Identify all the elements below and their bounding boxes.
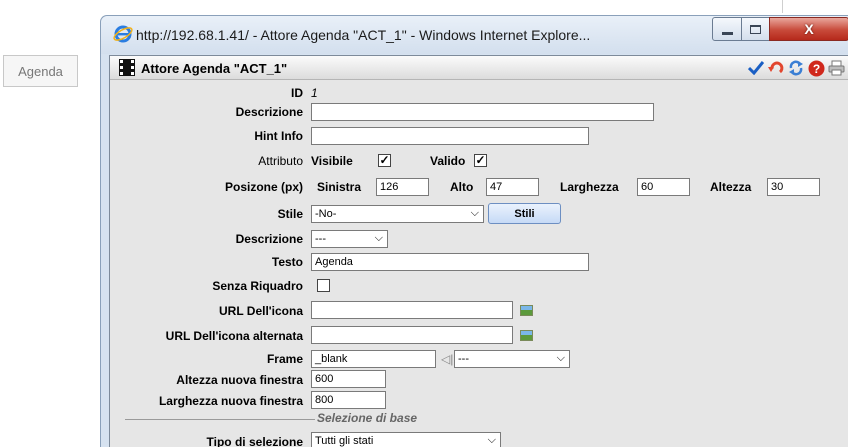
image-picker-icon[interactable] — [520, 305, 533, 316]
minimize-icon — [721, 31, 733, 35]
help-icon[interactable]: ? — [807, 59, 825, 77]
altezza-label: Altezza — [710, 180, 752, 194]
url-icona-alternata-input[interactable] — [311, 326, 513, 344]
svg-text:?: ? — [812, 62, 819, 76]
section-title: Selezione di base — [317, 411, 418, 425]
print-icon[interactable] — [827, 59, 845, 77]
section-divider — [125, 419, 315, 420]
url-icona-label: URL Dell'icona — [219, 304, 303, 318]
maximize-button[interactable] — [741, 17, 770, 41]
sinistra-label: Sinistra — [317, 180, 362, 194]
refresh-icon[interactable] — [787, 59, 805, 77]
undo-icon[interactable] — [767, 59, 785, 77]
visibile-label: Visibile — [311, 154, 353, 168]
window-content: Attore Agenda "ACT_1" ? ID 1 Descrizione… — [109, 55, 848, 447]
stile-label: Stile — [277, 207, 303, 221]
frame-label: Frame — [266, 352, 303, 366]
checkmark-icon[interactable] — [747, 59, 765, 77]
sinistra-input[interactable]: 126 — [376, 178, 429, 196]
altezza-finestra-input[interactable]: 600 — [311, 370, 386, 388]
stile-select-value: -No- — [315, 208, 337, 220]
alto-label: Alto — [450, 180, 474, 194]
altezza-input[interactable]: 30 — [767, 178, 820, 196]
image-picker-icon[interactable] — [520, 330, 533, 341]
valido-checkbox[interactable]: ✓ — [474, 154, 487, 167]
descrizione-select-value: --- — [315, 233, 326, 245]
testo-input[interactable]: Agenda — [311, 253, 589, 271]
chevron-down-icon: ⌵ — [487, 434, 496, 446]
hint-info-input[interactable] — [311, 127, 589, 145]
tipo-selezione-select-value: Tutti gli stati — [315, 435, 374, 447]
tipo-selezione-label: Tipo di selezione — [206, 435, 303, 447]
background-agenda-button[interactable]: Agenda — [3, 55, 78, 87]
close-button[interactable]: X — [769, 17, 848, 41]
hint-info-label: Hint Info — [254, 129, 303, 143]
maximize-icon — [750, 24, 761, 34]
altezza-finestra-label: Altezza nuova finestra — [176, 373, 303, 387]
stili-button[interactable]: Stili — [488, 203, 561, 224]
testo-label: Testo — [271, 255, 303, 269]
frame-select[interactable]: --- ⌵ — [454, 350, 570, 368]
larghezza-finestra-input[interactable]: 800 — [311, 391, 386, 409]
arrow-left-icon[interactable]: ◁| — [441, 352, 453, 366]
window-title: http://192.68.1.41/ - Attore Agenda "ACT… — [136, 27, 591, 43]
stile-select[interactable]: -No- ⌵ — [311, 205, 484, 223]
url-icona-input[interactable] — [311, 301, 513, 319]
background-divider — [782, 0, 783, 13]
window-titlebar[interactable]: http://192.68.1.41/ - Attore Agenda "ACT… — [101, 16, 848, 54]
id-value: 1 — [311, 86, 318, 100]
descrizione-select-label: Descrizione — [235, 232, 303, 246]
descrizione-select[interactable]: --- ⌵ — [311, 230, 388, 248]
chevron-down-icon: ⌵ — [556, 352, 565, 364]
attributo-label: Attributo — [258, 154, 303, 168]
close-icon: X — [804, 21, 814, 37]
descrizione-input[interactable] — [311, 103, 654, 121]
minimize-button[interactable] — [712, 17, 742, 41]
internet-explorer-icon — [113, 25, 133, 43]
descrizione-label: Descrizione — [235, 105, 303, 119]
larghezza-label: Larghezza — [560, 180, 619, 194]
id-label: ID — [291, 86, 303, 100]
panel-header: Attore Agenda "ACT_1" ? — [110, 56, 848, 80]
chevron-down-icon: ⌵ — [374, 232, 383, 244]
tipo-selezione-select[interactable]: Tutti gli stati ⌵ — [311, 432, 501, 447]
frame-select-value: --- — [458, 353, 469, 365]
browser-popup-window: http://192.68.1.41/ - Attore Agenda "ACT… — [100, 15, 848, 447]
visibile-checkbox[interactable]: ✓ — [378, 154, 391, 167]
valido-label: Valido — [430, 154, 466, 168]
panel-title: Attore Agenda "ACT_1" — [141, 61, 288, 76]
posizione-label: Posizone (px) — [224, 180, 303, 194]
larghezza-input[interactable]: 60 — [637, 178, 690, 196]
alto-input[interactable]: 47 — [486, 178, 539, 196]
larghezza-finestra-label: Larghezza nuova finestra — [158, 394, 303, 408]
film-strip-icon — [119, 59, 135, 76]
senza-riquadro-checkbox[interactable] — [317, 279, 330, 292]
frame-input[interactable]: _blank — [311, 350, 436, 368]
chevron-down-icon: ⌵ — [470, 207, 479, 219]
senza-riquadro-label: Senza Riquadro — [212, 279, 303, 293]
url-icona-alternata-label: URL Dell'icona alternata — [165, 329, 303, 343]
